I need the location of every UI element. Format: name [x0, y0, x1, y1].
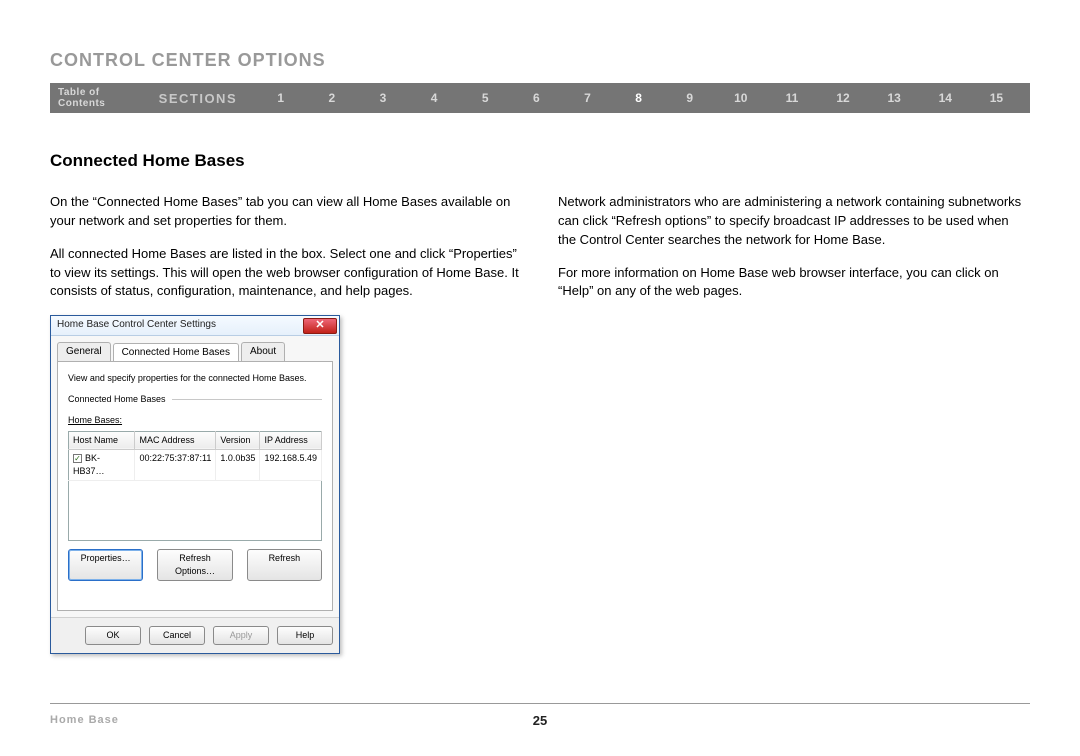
cancel-button[interactable]: Cancel: [149, 626, 205, 645]
page-footer: Home Base 25: [50, 703, 1030, 726]
fieldset-legend: Connected Home Bases: [68, 393, 172, 406]
apply-button[interactable]: Apply: [213, 626, 269, 645]
dialog-footer: OK Cancel Apply Help: [51, 617, 339, 653]
table-row[interactable]: ✓BK-HB37… 00:22:75:37:87:11 1.0.0b35 192…: [69, 449, 322, 480]
panel-description: View and specify properties for the conn…: [68, 372, 322, 385]
left-column: On the “Connected Home Bases” tab you ca…: [50, 193, 522, 654]
nav-section-11[interactable]: 11: [766, 91, 817, 105]
nav-section-12[interactable]: 12: [818, 91, 869, 105]
page-number: 25: [533, 713, 547, 728]
properties-button[interactable]: Properties…: [68, 549, 143, 581]
cell-host-name: ✓BK-HB37…: [69, 449, 135, 480]
close-icon[interactable]: ✕: [303, 318, 337, 334]
section-nav: Table of Contents SECTIONS 1 2 3 4 5 6 7…: [50, 83, 1030, 113]
dialog-tab-panel: View and specify properties for the conn…: [57, 361, 333, 611]
panel-button-row: Properties… Refresh Options… Refresh: [68, 549, 322, 581]
nav-section-9[interactable]: 9: [664, 91, 715, 105]
nav-section-13[interactable]: 13: [869, 91, 920, 105]
refresh-button[interactable]: Refresh: [247, 549, 322, 581]
cell-ip: 192.168.5.49: [260, 449, 322, 480]
tab-general[interactable]: General: [57, 342, 111, 362]
cell-version: 1.0.0b35: [216, 449, 260, 480]
home-bases-label: Home Bases:: [68, 414, 322, 427]
body-paragraph: For more information on Home Base web br…: [558, 264, 1030, 302]
dialog-body: General Connected Home Bases About View …: [51, 336, 339, 617]
nav-toc-link[interactable]: Table of Contents: [58, 87, 149, 109]
col-host-name[interactable]: Host Name: [69, 431, 135, 449]
nav-section-1[interactable]: 1: [255, 91, 306, 105]
dialog-titlebar[interactable]: Home Base Control Center Settings ✕: [51, 316, 339, 336]
page-header-title: CONTROL CENTER OPTIONS: [50, 50, 1030, 71]
nav-section-5[interactable]: 5: [460, 91, 511, 105]
ok-button[interactable]: OK: [85, 626, 141, 645]
col-ip-address[interactable]: IP Address: [260, 431, 322, 449]
footer-product-name: Home Base: [50, 714, 119, 726]
nav-section-6[interactable]: 6: [511, 91, 562, 105]
nav-section-7[interactable]: 7: [562, 91, 613, 105]
nav-section-10[interactable]: 10: [715, 91, 766, 105]
right-column: Network administrators who are administe…: [558, 193, 1030, 654]
help-button[interactable]: Help: [277, 626, 333, 645]
connected-home-bases-fieldset: Connected Home Bases Home Bases: Host Na…: [68, 399, 322, 581]
nav-section-3[interactable]: 3: [357, 91, 408, 105]
home-bases-table[interactable]: Host Name MAC Address Version IP Address: [68, 431, 322, 541]
nav-section-2[interactable]: 2: [306, 91, 357, 105]
body-paragraph: All connected Home Bases are listed in t…: [50, 245, 522, 302]
dialog-tab-strip: General Connected Home Bases About: [57, 342, 333, 362]
body-columns: On the “Connected Home Bases” tab you ca…: [50, 193, 1030, 654]
refresh-options-button[interactable]: Refresh Options…: [157, 549, 232, 581]
dialog-title: Home Base Control Center Settings: [57, 318, 216, 333]
body-paragraph: On the “Connected Home Bases” tab you ca…: [50, 193, 522, 231]
checkbox-icon[interactable]: ✓: [73, 454, 82, 463]
tab-about[interactable]: About: [241, 342, 285, 362]
col-version[interactable]: Version: [216, 431, 260, 449]
settings-dialog: Home Base Control Center Settings ✕ Gene…: [50, 315, 340, 654]
nav-sections-label: SECTIONS: [159, 91, 237, 106]
nav-section-8[interactable]: 8: [613, 91, 664, 105]
nav-section-15[interactable]: 15: [971, 91, 1022, 105]
section-subheading: Connected Home Bases: [50, 151, 1030, 171]
nav-section-14[interactable]: 14: [920, 91, 971, 105]
cell-mac: 00:22:75:37:87:11: [135, 449, 216, 480]
col-mac-address[interactable]: MAC Address: [135, 431, 216, 449]
body-paragraph: Network administrators who are administe…: [558, 193, 1030, 250]
nav-section-4[interactable]: 4: [409, 91, 460, 105]
